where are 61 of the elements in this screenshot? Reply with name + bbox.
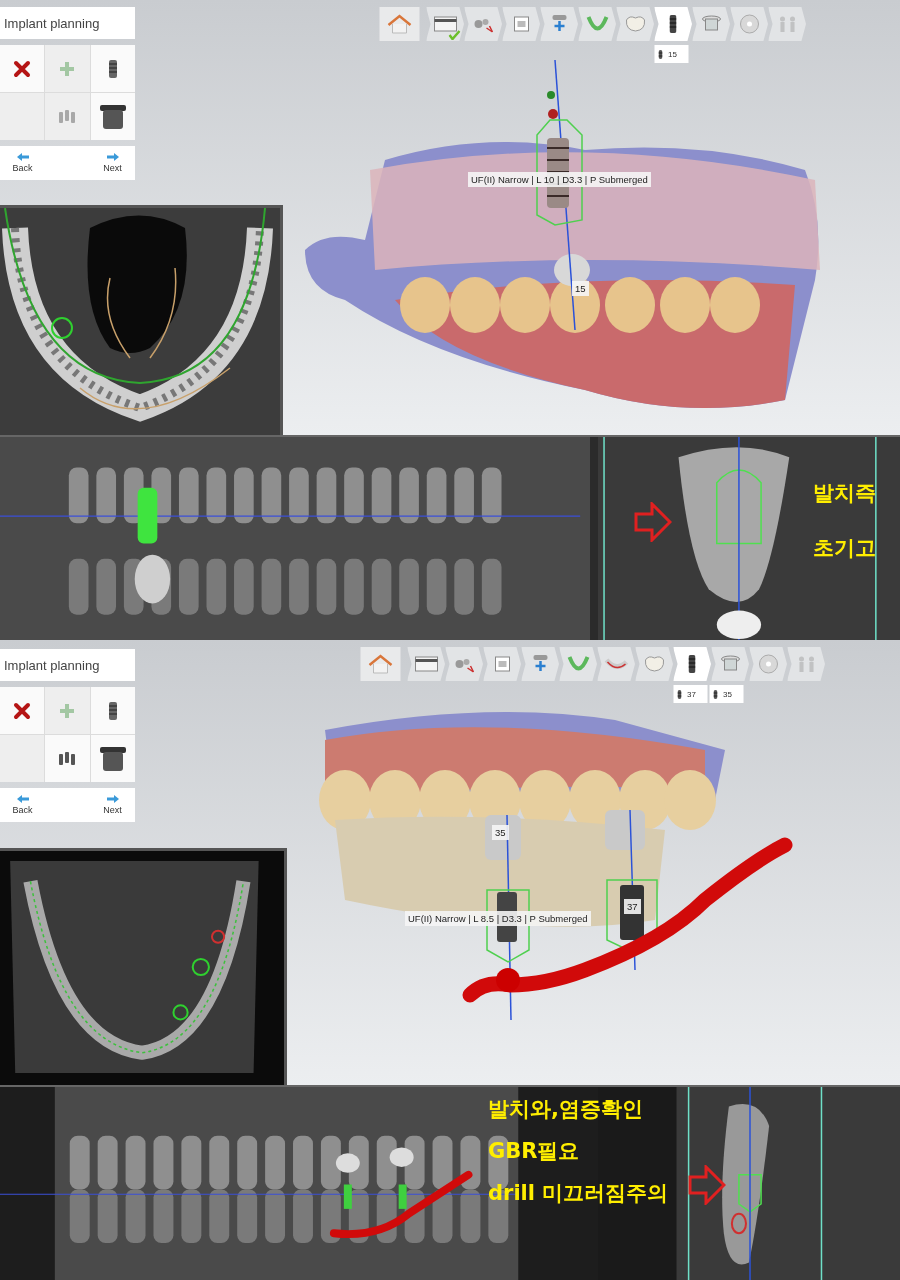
abutment-icon — [99, 746, 126, 771]
implant-icon — [713, 689, 717, 699]
disc-icon — [737, 14, 761, 34]
disc-icon — [756, 654, 780, 674]
implant-chip[interactable]: 35 — [709, 685, 743, 703]
tooth-number-label: 35 — [492, 825, 509, 840]
add-icon — [59, 60, 76, 77]
arch-icon — [585, 14, 609, 34]
workflow-step[interactable] — [654, 7, 692, 41]
annotation-text: 초기고 — [813, 535, 876, 562]
abutment-icon — [99, 104, 126, 129]
implant-icon — [658, 49, 662, 59]
implant-spec-label: UF(II) Narrow | L 10 | D3.3 | P Submerged — [468, 172, 651, 187]
implant-icon — [108, 701, 117, 720]
tool-button[interactable] — [45, 735, 90, 782]
tooth-number-label: 15 — [572, 281, 589, 296]
tool-button[interactable] — [90, 45, 135, 92]
arrow-icon — [688, 1165, 726, 1205]
multiple-implants-icon — [59, 109, 76, 124]
back-arrow-icon — [16, 153, 29, 161]
annotation-text: 발치즉 — [813, 480, 876, 507]
implant-icon — [677, 689, 681, 699]
annotation-text: 발치와,염증확인 — [488, 1096, 643, 1123]
implant-icon — [108, 59, 117, 78]
workflow-step[interactable] — [407, 647, 445, 681]
tool-button[interactable] — [0, 687, 45, 734]
arrow-icon — [634, 502, 672, 542]
next-arrow-icon — [106, 795, 119, 803]
scanner-icon — [433, 14, 457, 34]
tool-button[interactable] — [90, 93, 135, 140]
back-arrow-icon — [16, 795, 29, 803]
home-icon — [367, 654, 393, 674]
tool-button[interactable] — [0, 45, 45, 92]
crown-icon — [642, 654, 666, 674]
tool-button[interactable] — [90, 735, 135, 782]
next-arrow-icon — [106, 153, 119, 161]
tool-button[interactable] — [90, 687, 135, 734]
home-button[interactable] — [360, 647, 400, 681]
arch-icon — [566, 654, 590, 674]
panel-title: Implant planning — [0, 649, 135, 681]
abutment-icon — [718, 654, 742, 674]
workflow-step[interactable] — [426, 7, 464, 41]
implant-icon — [688, 654, 696, 674]
workflow-step[interactable] — [673, 647, 711, 681]
crown-icon — [623, 14, 647, 34]
home-icon — [386, 14, 412, 34]
implant-spec-label: UF(II) Narrow | L 8.5 | D3.3 | P Submerged — [405, 911, 591, 926]
implant-chip[interactable]: 15 — [654, 45, 688, 63]
abutment-icon — [699, 14, 723, 34]
home-button[interactable] — [379, 7, 419, 41]
add-icon — [59, 702, 76, 719]
multiple-implants-icon — [59, 751, 76, 766]
delete-icon — [13, 59, 32, 78]
implant-chip[interactable]: 37 — [673, 685, 707, 703]
delete-icon — [13, 701, 32, 720]
tooth-number-label: 37 — [624, 899, 641, 914]
panel-title: Implant planning — [0, 7, 135, 39]
annotation-text: GBR필요 — [488, 1138, 580, 1165]
implant-icon — [669, 14, 677, 34]
scanner-icon — [414, 654, 438, 674]
checkmark-icon — [448, 30, 460, 40]
